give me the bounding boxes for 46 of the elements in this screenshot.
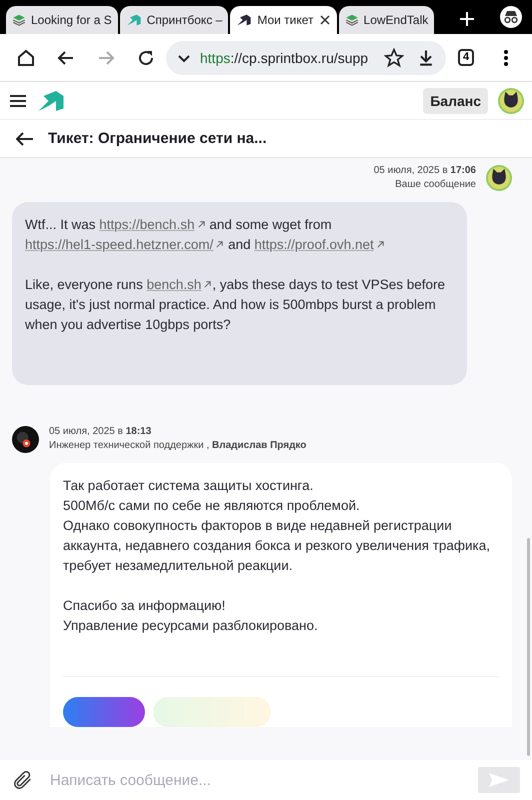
incognito-icon[interactable] [500,6,522,28]
ticket-title: Тикет: Ограничение сети на... [48,130,267,147]
menu-icon[interactable] [10,94,26,108]
message-date: 05 июля, 2025 в 17:06 [374,164,476,178]
balance-button[interactable]: Баланс [423,88,488,114]
message-text: Like, everyone runs bench.sh , yabs these days to test VPSes before usage, it's just normal practice. And how is 500mbps burst a problem when you advertise 10gbps ports? [25,276,446,334]
cat-avatar-icon[interactable] [498,88,524,114]
message-link[interactable]: https://hel1-speed.hetzner.com/ [25,237,224,252]
external-link-icon [215,240,224,249]
external-link-icon [196,220,206,229]
message-text: Спасибо за информацию! Управление ресурсами разблокировано. [63,597,319,635]
message-text: Так работает система защиты хостинга. 500Мб/с сами по себе не являются проблемой. Однако совокупность факторов в виде недавней регистрации аккаунта, недавнего создания бокса и резкого увеличения трафика, требует незамедлительной реакции. [63,477,492,575]
browser-tab[interactable]: Looking for a S [6,6,118,34]
layers-icon [344,13,359,27]
address-bar[interactable]: https://cp.sprintbox.ru/supp [166,40,446,74]
plus-icon[interactable] [459,11,476,27]
layers-icon [12,13,26,27]
scrollbar-thumb[interactable] [527,538,530,756]
message-text: Wtf... It was https://bench.sh and some wget from https://hel1-speed.hetzner.com/ and https://proof.ovh.net [25,215,454,255]
back-arrow-icon [57,48,75,66]
cat-avatar-icon[interactable] [486,165,512,191]
message-author: Ваше сообщение [394,178,476,192]
star-icon[interactable] [384,48,404,68]
logo-icon [126,12,142,28]
back-arrow-icon[interactable] [16,132,34,146]
home-icon [16,48,36,68]
url-text[interactable]: https://cp.sprintbox.ru/supp [200,50,368,66]
message-link[interactable]: https://bench.sh [99,217,206,232]
message-date: 05 июля, 2025 в 18:13 [49,425,152,439]
send-icon [488,772,510,788]
more-icon [504,50,508,66]
reload-icon [137,48,155,66]
external-link-icon [376,240,385,249]
forward-arrow-icon [97,48,115,66]
message-author: Инженер технической поддержки , Владислав Прядко [49,439,306,453]
browser-tab[interactable]: LowEndTalk [338,6,434,34]
action-button[interactable] [63,697,145,727]
external-link-icon [203,280,212,289]
message-link[interactable]: https://proof.ovh.net [254,237,385,252]
message-link[interactable]: bench.sh [146,277,212,292]
logo-icon [236,12,252,28]
browser-tab[interactable]: Мои тикет [230,6,337,34]
tab-count-button[interactable]: 4 [446,38,486,78]
close-icon[interactable] [318,14,331,26]
browser-tab[interactable]: Спринтбокс – [120,6,228,34]
support-avatar-icon [12,426,39,452]
